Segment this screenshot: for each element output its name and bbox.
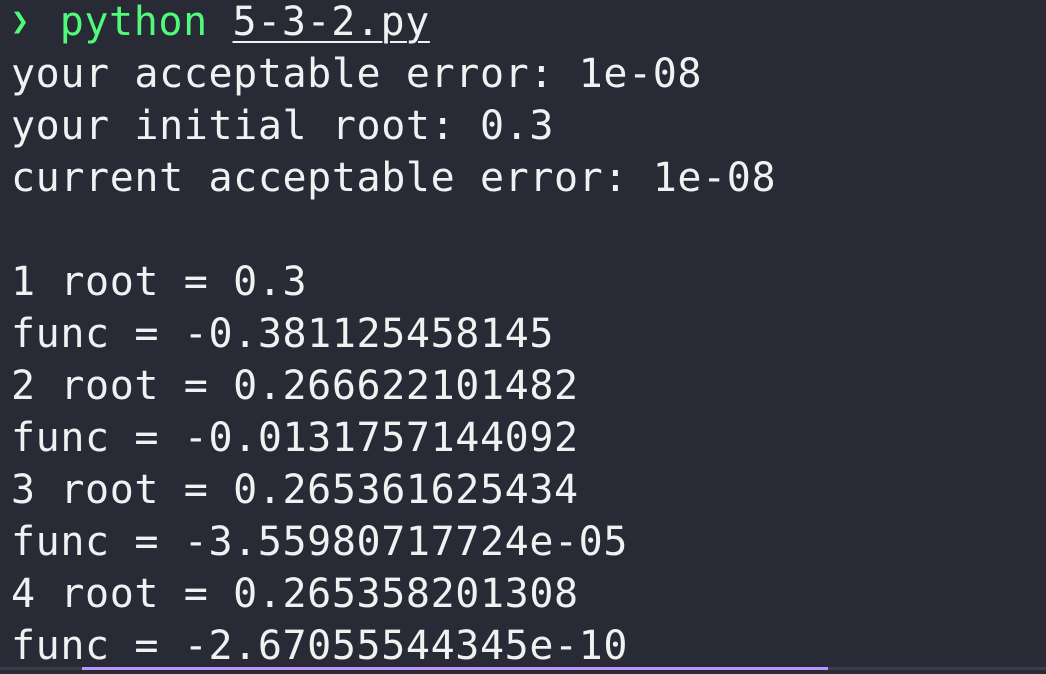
terminal-window[interactable]: ❯ python 5-3-2.py your acceptable error:… — [0, 0, 1046, 670]
prompt-spacer — [35, 0, 60, 45]
output-line: 1 root = 0.3 — [11, 259, 308, 305]
prompt-command: python — [59, 0, 208, 45]
output-line: 3 root = 0.265361625434 — [11, 467, 579, 513]
scroll-indicator[interactable] — [82, 667, 828, 670]
prompt-argument[interactable]: 5-3-2.py — [232, 0, 429, 45]
output-line: your initial root: 0.3 — [11, 103, 555, 149]
output-line: func = -0.0131757144092 — [11, 415, 579, 461]
output-line: func = -3.55980717724e-05 — [11, 519, 629, 565]
output-line: 4 root = 0.265358201308 — [11, 571, 579, 617]
output-line: func = -0.381125458145 — [11, 311, 555, 357]
output-line: current acceptable error: 1e-08 — [11, 155, 777, 201]
output-line: func = -2.67055544345e-10 — [11, 623, 629, 669]
prompt-line: ❯ python 5-3-2.py — [11, 0, 1046, 48]
prompt-chevron-icon: ❯ — [11, 4, 30, 39]
output-line: your acceptable error: 1e-08 — [11, 51, 703, 97]
output-line: 2 root = 0.266622101482 — [11, 363, 579, 409]
